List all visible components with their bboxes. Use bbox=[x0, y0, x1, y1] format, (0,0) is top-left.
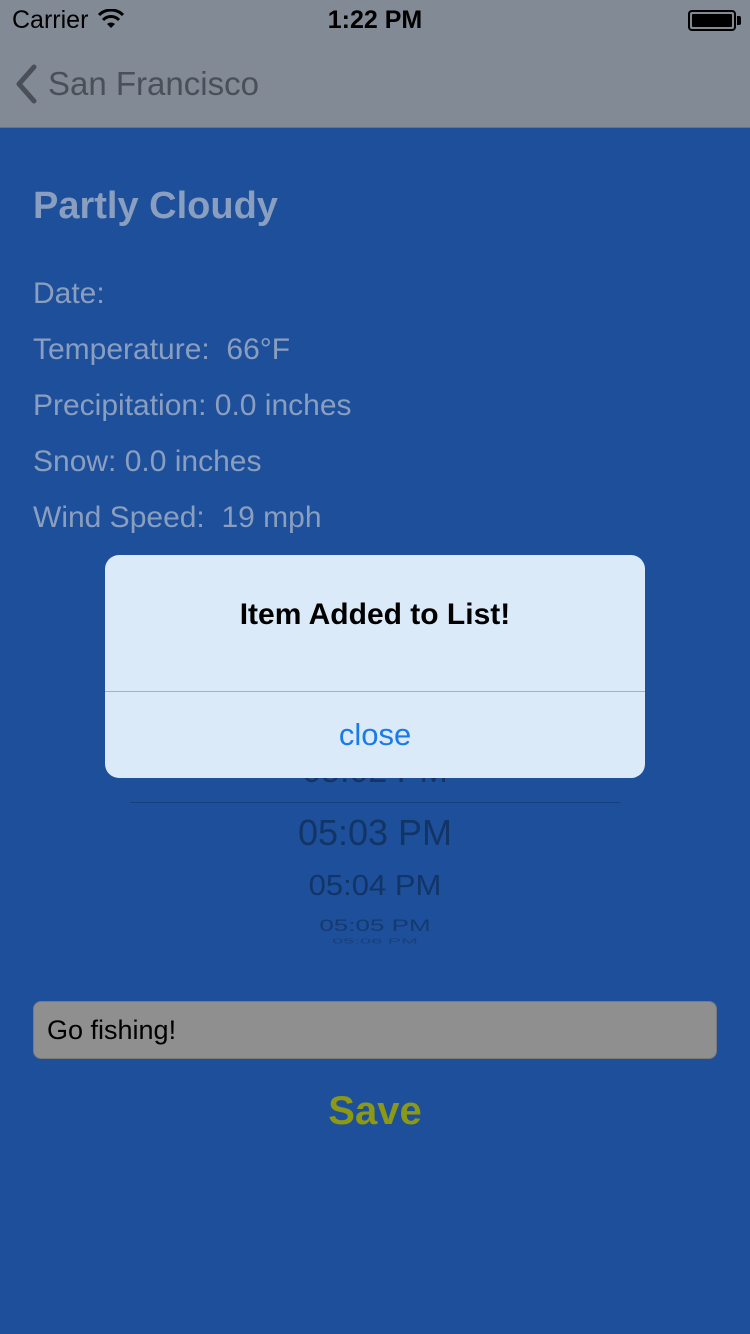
alert-close-button[interactable]: close bbox=[105, 692, 645, 778]
alert-dialog: Item Added to List! close bbox=[105, 555, 645, 778]
alert-title: Item Added to List! bbox=[239, 598, 511, 631]
